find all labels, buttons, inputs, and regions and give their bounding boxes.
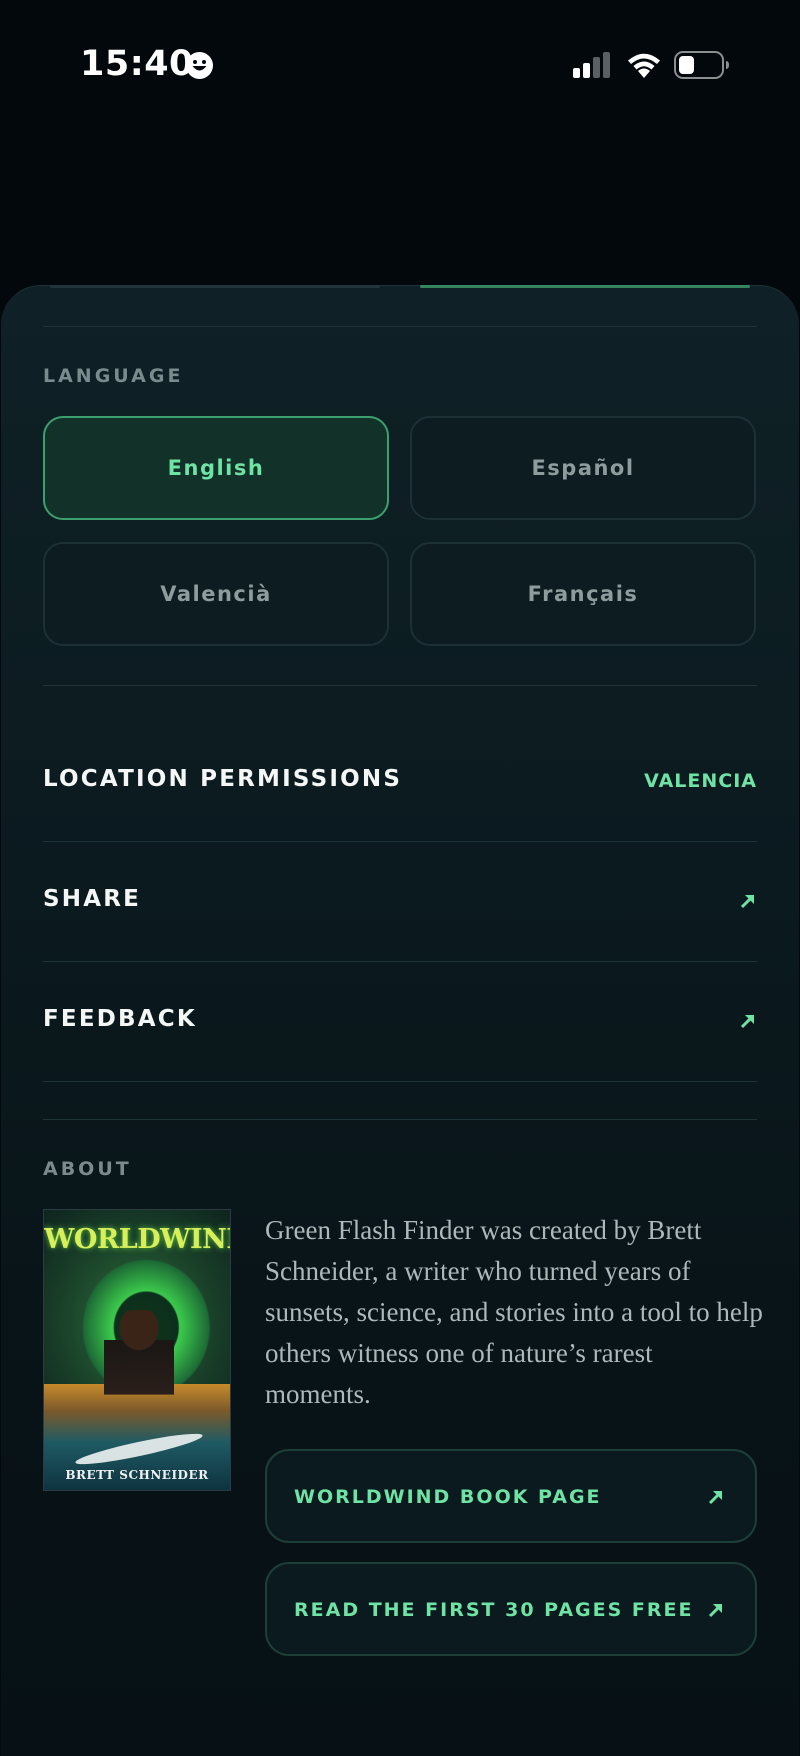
share-title: SHARE — [43, 886, 142, 912]
divider — [43, 1119, 757, 1120]
sheet-tab-edge-active — [420, 285, 750, 288]
read-first-pages-button[interactable]: READ THE FIRST 30 PAGES FREE — [265, 1562, 757, 1656]
language-option-francais[interactable]: Français — [410, 542, 756, 646]
language-section-label: LANGUAGE — [43, 365, 184, 387]
sheet-tab-edge — [50, 285, 380, 288]
divider — [43, 961, 757, 962]
about-description: Green Flash Finder was created by Brett … — [265, 1215, 763, 1409]
read-first-pages-label: READ THE FIRST 30 PAGES FREE — [294, 1599, 694, 1621]
language-option-english[interactable]: English — [43, 416, 389, 520]
external-link-arrow-icon — [740, 894, 755, 909]
external-link-arrow-icon — [708, 1603, 723, 1618]
battery-icon — [674, 51, 729, 79]
smiley-icon — [186, 52, 213, 79]
language-option-espanol[interactable]: Español — [410, 416, 756, 520]
book-cover-image: WORLDWIND BRETT SCHNEIDER — [43, 1209, 231, 1491]
divider — [43, 326, 757, 327]
cellular-signal-icon — [573, 52, 610, 78]
divider — [43, 1081, 757, 1082]
divider — [43, 841, 757, 842]
location-value: VALENCIA — [644, 770, 757, 792]
status-bar: 15:40 — [0, 0, 800, 130]
external-link-arrow-icon — [708, 1490, 723, 1505]
worldwind-book-page-button[interactable]: WORLDWIND BOOK PAGE — [265, 1449, 757, 1543]
feedback-title: FEEDBACK — [43, 1006, 197, 1032]
language-option-valencia[interactable]: Valencià — [43, 542, 389, 646]
external-link-arrow-icon — [740, 1014, 755, 1029]
cover-figure — [104, 1310, 174, 1430]
wifi-icon — [628, 53, 660, 78]
status-time: 15:40 — [80, 44, 194, 84]
cover-author: BRETT SCHNEIDER — [65, 1468, 209, 1482]
worldwind-book-page-label: WORLDWIND BOOK PAGE — [294, 1486, 602, 1508]
cover-title: WORLDWIND — [44, 1224, 231, 1255]
location-permissions-title: LOCATION PERMISSIONS — [43, 766, 403, 792]
divider — [43, 685, 757, 686]
about-section-label: ABOUT — [43, 1158, 132, 1180]
